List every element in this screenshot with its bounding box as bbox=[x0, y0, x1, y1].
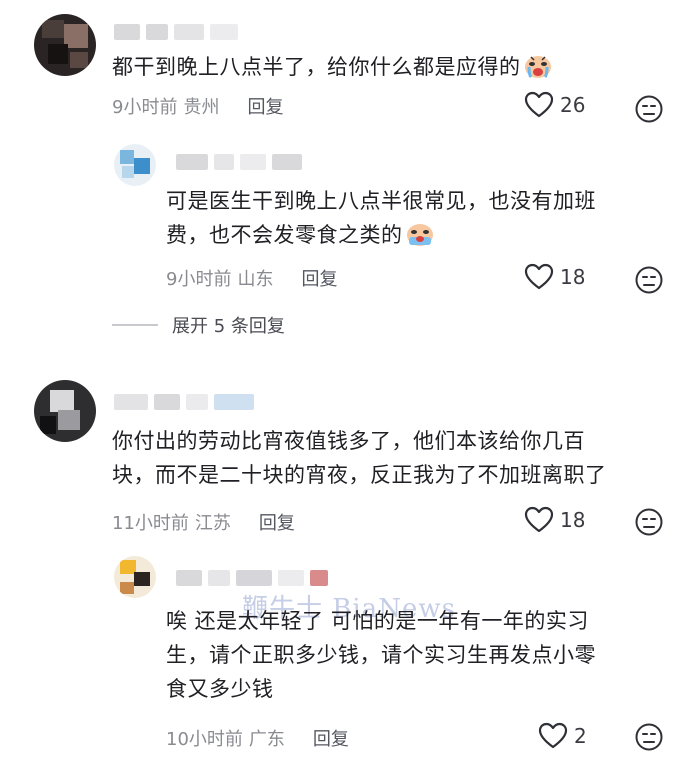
username-blurred[interactable] bbox=[176, 570, 328, 586]
username-blurred[interactable] bbox=[114, 394, 254, 410]
heart-outline-icon bbox=[524, 91, 554, 118]
reply-button[interactable]: 回复 bbox=[259, 509, 295, 535]
reply-button[interactable]: 回复 bbox=[313, 725, 349, 751]
timestamp: 10小时前 bbox=[166, 729, 243, 750]
comment-text: 你付出的劳动比宵夜值钱多了，他们本该给你几百 块，而不是二十块的宵夜，反正我为了… bbox=[112, 429, 607, 487]
heart-outline-icon bbox=[524, 506, 554, 533]
avatar[interactable] bbox=[114, 556, 156, 598]
dislike-face-icon[interactable] bbox=[634, 94, 664, 124]
heart-outline-icon bbox=[524, 263, 554, 290]
avatar[interactable] bbox=[34, 14, 96, 76]
comment-text: 唉 还是太年轻了 可怕的是一年有一年的实习 生，请个正职多少钱，请个实习生再发点… bbox=[166, 609, 596, 701]
timestamp: 9小时前 bbox=[112, 97, 178, 118]
dislike-face-icon[interactable] bbox=[634, 265, 664, 295]
like-count: 2 bbox=[574, 724, 587, 748]
timestamp: 11小时前 bbox=[112, 513, 189, 534]
like-button[interactable]: 26 bbox=[524, 91, 585, 119]
like-count: 18 bbox=[560, 508, 586, 532]
avatar[interactable] bbox=[34, 380, 96, 442]
dislike-face-icon[interactable] bbox=[634, 507, 664, 537]
comment-meta: 9小时前 贵州 回复 bbox=[112, 93, 283, 119]
comment-text: 可是医生干到晚上八点半很常见，也没有加班 费，也不会发零食之类的 bbox=[166, 189, 596, 247]
avatar[interactable] bbox=[114, 144, 156, 186]
location: 贵州 bbox=[183, 97, 220, 118]
comment-meta: 10小时前 广东 回复 bbox=[166, 725, 349, 751]
like-count: 18 bbox=[560, 265, 586, 289]
comment-meta: 9小时前 山东 回复 bbox=[166, 265, 337, 291]
expand-replies-label: 展开 5 条回复 bbox=[172, 316, 285, 337]
location: 广东 bbox=[248, 729, 285, 750]
reply-button[interactable]: 回复 bbox=[247, 93, 283, 119]
crying-emoji-icon bbox=[406, 224, 433, 246]
username-blurred[interactable] bbox=[114, 24, 238, 40]
reply-button[interactable]: 回复 bbox=[301, 265, 337, 291]
like-button[interactable]: 18 bbox=[524, 506, 585, 534]
username-blurred[interactable] bbox=[176, 154, 302, 170]
like-button[interactable]: 2 bbox=[538, 722, 587, 750]
comment-meta: 11小时前 江苏 回复 bbox=[112, 509, 295, 535]
location: 江苏 bbox=[194, 513, 231, 534]
crying-emoji-icon bbox=[524, 56, 551, 79]
divider bbox=[112, 324, 158, 326]
heart-outline-icon bbox=[538, 722, 568, 749]
location: 山东 bbox=[237, 269, 274, 290]
expand-replies-button[interactable]: 展开 5 条回复 bbox=[112, 312, 285, 338]
comment-text: 都干到晚上八点半了，给你什么都是应得的 bbox=[112, 50, 553, 84]
timestamp: 9小时前 bbox=[166, 269, 232, 290]
like-button[interactable]: 18 bbox=[524, 263, 585, 291]
like-count: 26 bbox=[560, 93, 586, 117]
dislike-face-icon[interactable] bbox=[634, 722, 664, 752]
